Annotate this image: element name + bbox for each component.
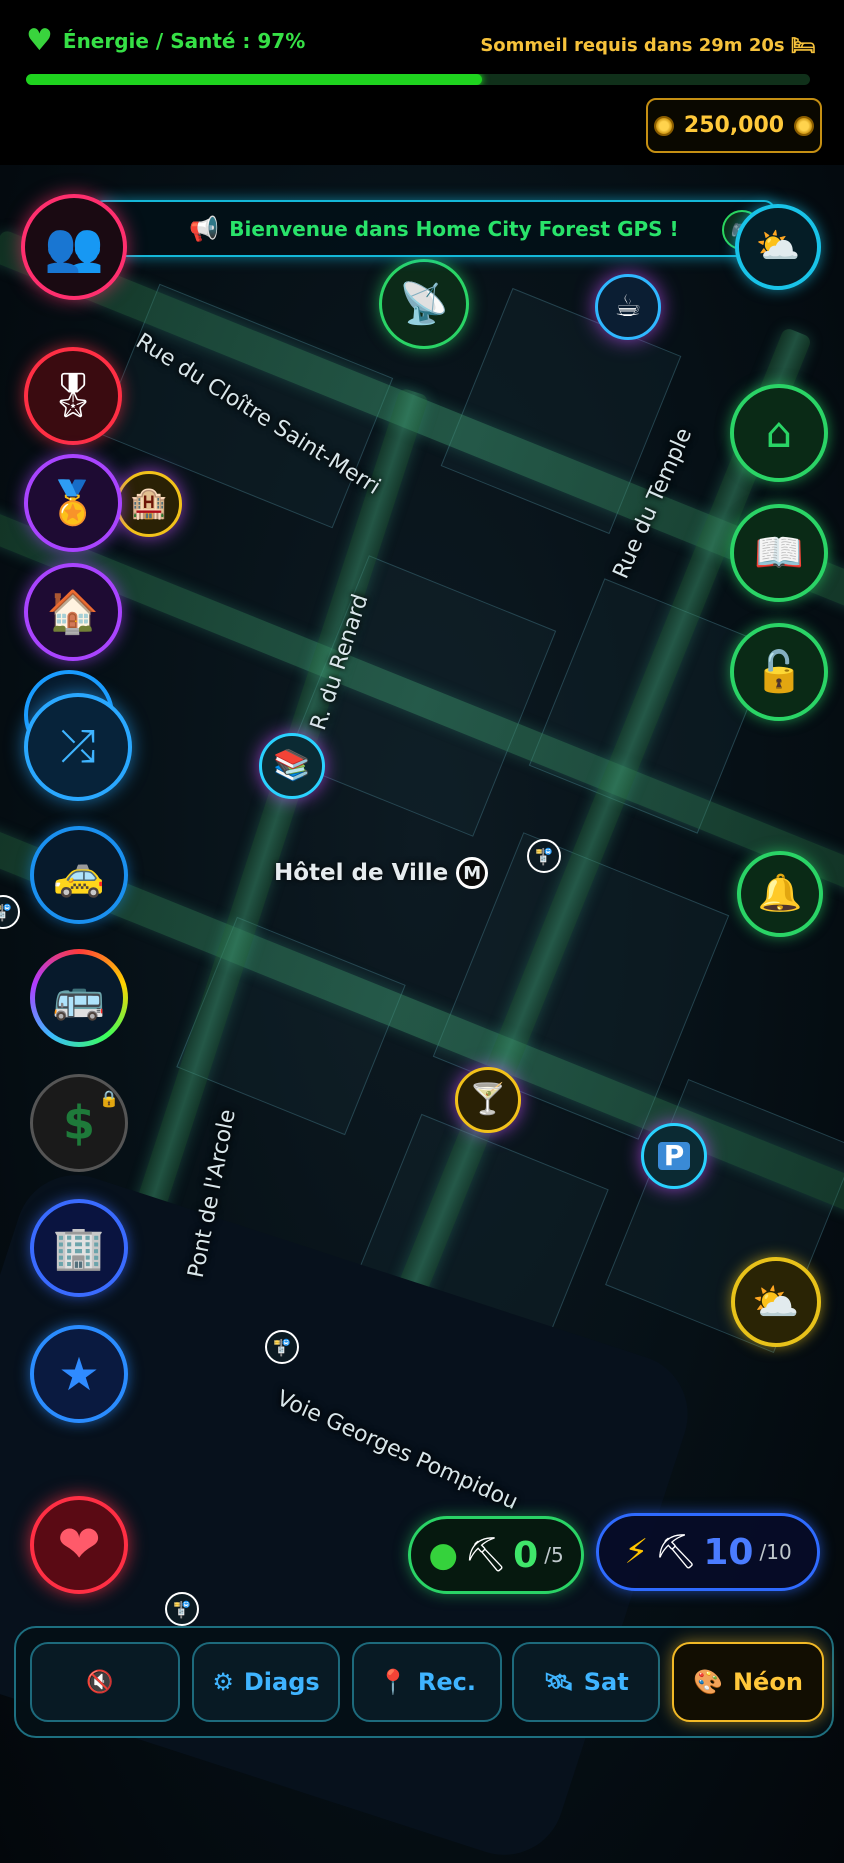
taxi-icon[interactable]: 🚕 bbox=[30, 826, 128, 924]
home-icon[interactable]: 🏠 bbox=[24, 563, 122, 661]
tab-label: Sat bbox=[583, 1668, 629, 1696]
green-mining-counter[interactable]: ● ⛏ 0/5 bbox=[408, 1516, 584, 1594]
cocktail-icon[interactable]: 🍸 bbox=[455, 1067, 521, 1133]
crossed-arrows-icon[interactable]: ⤮ bbox=[24, 693, 132, 801]
map-book-icon[interactable]: 📖 bbox=[730, 504, 828, 602]
lock-icon[interactable]: 🔓 bbox=[730, 623, 828, 721]
pickaxe-icon: ⛏ bbox=[654, 1532, 698, 1572]
palette-icon: 🎨 bbox=[693, 1668, 723, 1696]
bottom-nav: 🔇 ⚙ Diags 📍 Rec. 🛰 Sat 🎨 Néon bbox=[14, 1626, 834, 1738]
energy-status: ♥ Énergie / Santé : 97% bbox=[26, 26, 305, 56]
coin-icon bbox=[653, 115, 674, 136]
sun-cloud-icon[interactable]: ⛅ bbox=[731, 1257, 821, 1347]
tab-label: Néon bbox=[732, 1668, 803, 1696]
lightning-icon: ⚡ bbox=[624, 1532, 649, 1572]
sleep-label: Sommeil requis dans 29m 20s bbox=[480, 34, 785, 56]
coffee-icon[interactable]: ☕ bbox=[595, 274, 661, 340]
energy-bar bbox=[26, 74, 810, 85]
bus-icon[interactable]: 🚌 bbox=[30, 949, 128, 1047]
gear-icon: ⚙ bbox=[212, 1668, 234, 1696]
metro-icon[interactable]: M bbox=[456, 857, 489, 889]
tab-label: Rec. bbox=[417, 1668, 476, 1696]
bell-icon[interactable]: 🔔 bbox=[737, 851, 823, 937]
tab-diags[interactable]: ⚙ Diags bbox=[192, 1642, 340, 1722]
energy-label: Énergie / Santé : 97% bbox=[62, 29, 306, 53]
pickaxe-icon: ⛏ bbox=[463, 1535, 508, 1575]
map-view[interactable]: Rue du Cloître Saint-Merri R. du Renard … bbox=[0, 165, 844, 1863]
mute-icon: 🔇 bbox=[86, 1669, 114, 1695]
energy-bar-fill bbox=[26, 74, 483, 85]
tab-sat[interactable]: 🛰 Sat bbox=[512, 1642, 660, 1722]
bus-stop-icon[interactable]: 🚏 bbox=[265, 1330, 299, 1364]
hotel-icon[interactable]: 🏨 bbox=[116, 471, 182, 537]
heart-icon[interactable]: ❤ bbox=[30, 1496, 128, 1594]
place-label: Hôtel de Ville M bbox=[274, 857, 489, 889]
welcome-banner: 📢 Bienvenue dans Home City Forest GPS ! … bbox=[92, 200, 776, 257]
status-bar: ♥ Énergie / Santé : 97% Sommeil requis d… bbox=[0, 0, 844, 165]
bus-stop-icon[interactable]: 🚏 bbox=[527, 839, 561, 873]
antenna-icon[interactable]: 📡 bbox=[379, 259, 469, 349]
coin-amount: 250,000 bbox=[683, 113, 785, 138]
satellite-icon: 🛰 bbox=[543, 1668, 574, 1696]
dollar-icon[interactable]: $ 🔒 bbox=[30, 1074, 128, 1172]
coin-balance[interactable]: 250,000 bbox=[646, 98, 822, 153]
library-icon[interactable]: 📚 bbox=[259, 733, 325, 799]
tab-mute[interactable]: 🔇 bbox=[30, 1642, 180, 1722]
tab-neon[interactable]: 🎨 Néon bbox=[672, 1642, 824, 1722]
green-mining-max: /5 bbox=[544, 1543, 564, 1567]
bus-stop-icon[interactable]: 🚏 bbox=[165, 1592, 199, 1626]
gold-medal-icon[interactable]: 🏅 bbox=[24, 454, 122, 552]
tab-rec[interactable]: 📍 Rec. bbox=[352, 1642, 502, 1722]
energy-mining-counter[interactable]: ⚡ ⛏ 10/10 bbox=[596, 1513, 820, 1591]
star-icon[interactable]: ★ bbox=[30, 1325, 128, 1423]
friends-icon[interactable]: 👥 bbox=[21, 194, 127, 300]
energy-mining-value: 10 bbox=[703, 1531, 754, 1573]
parking-icon[interactable]: P bbox=[641, 1123, 707, 1189]
green-orb-icon: ● bbox=[428, 1535, 458, 1575]
medal-icon[interactable]: 🎖 bbox=[24, 347, 122, 445]
buildings-icon[interactable]: 🏢 bbox=[30, 1199, 128, 1297]
green-mining-value: 0 bbox=[513, 1534, 539, 1576]
weather-icon[interactable]: ⛅ bbox=[735, 204, 821, 290]
welcome-text: Bienvenue dans Home City Forest GPS ! bbox=[229, 216, 679, 241]
bed-icon: 🛏 bbox=[790, 33, 816, 57]
energy-mining-max: /10 bbox=[759, 1540, 792, 1564]
pin-icon: 📍 bbox=[378, 1668, 408, 1696]
lock-small-icon: 🔒 bbox=[99, 1089, 119, 1108]
sleep-timer: Sommeil requis dans 29m 20s 🛏 bbox=[480, 33, 816, 57]
place-name: Hôtel de Ville bbox=[274, 860, 449, 886]
megaphone-icon: 📢 bbox=[189, 214, 220, 243]
coin-icon bbox=[794, 115, 815, 136]
house-icon[interactable]: ⌂ bbox=[730, 384, 828, 482]
tab-label: Diags bbox=[243, 1668, 320, 1696]
green-heart-icon: ♥ bbox=[26, 23, 53, 58]
